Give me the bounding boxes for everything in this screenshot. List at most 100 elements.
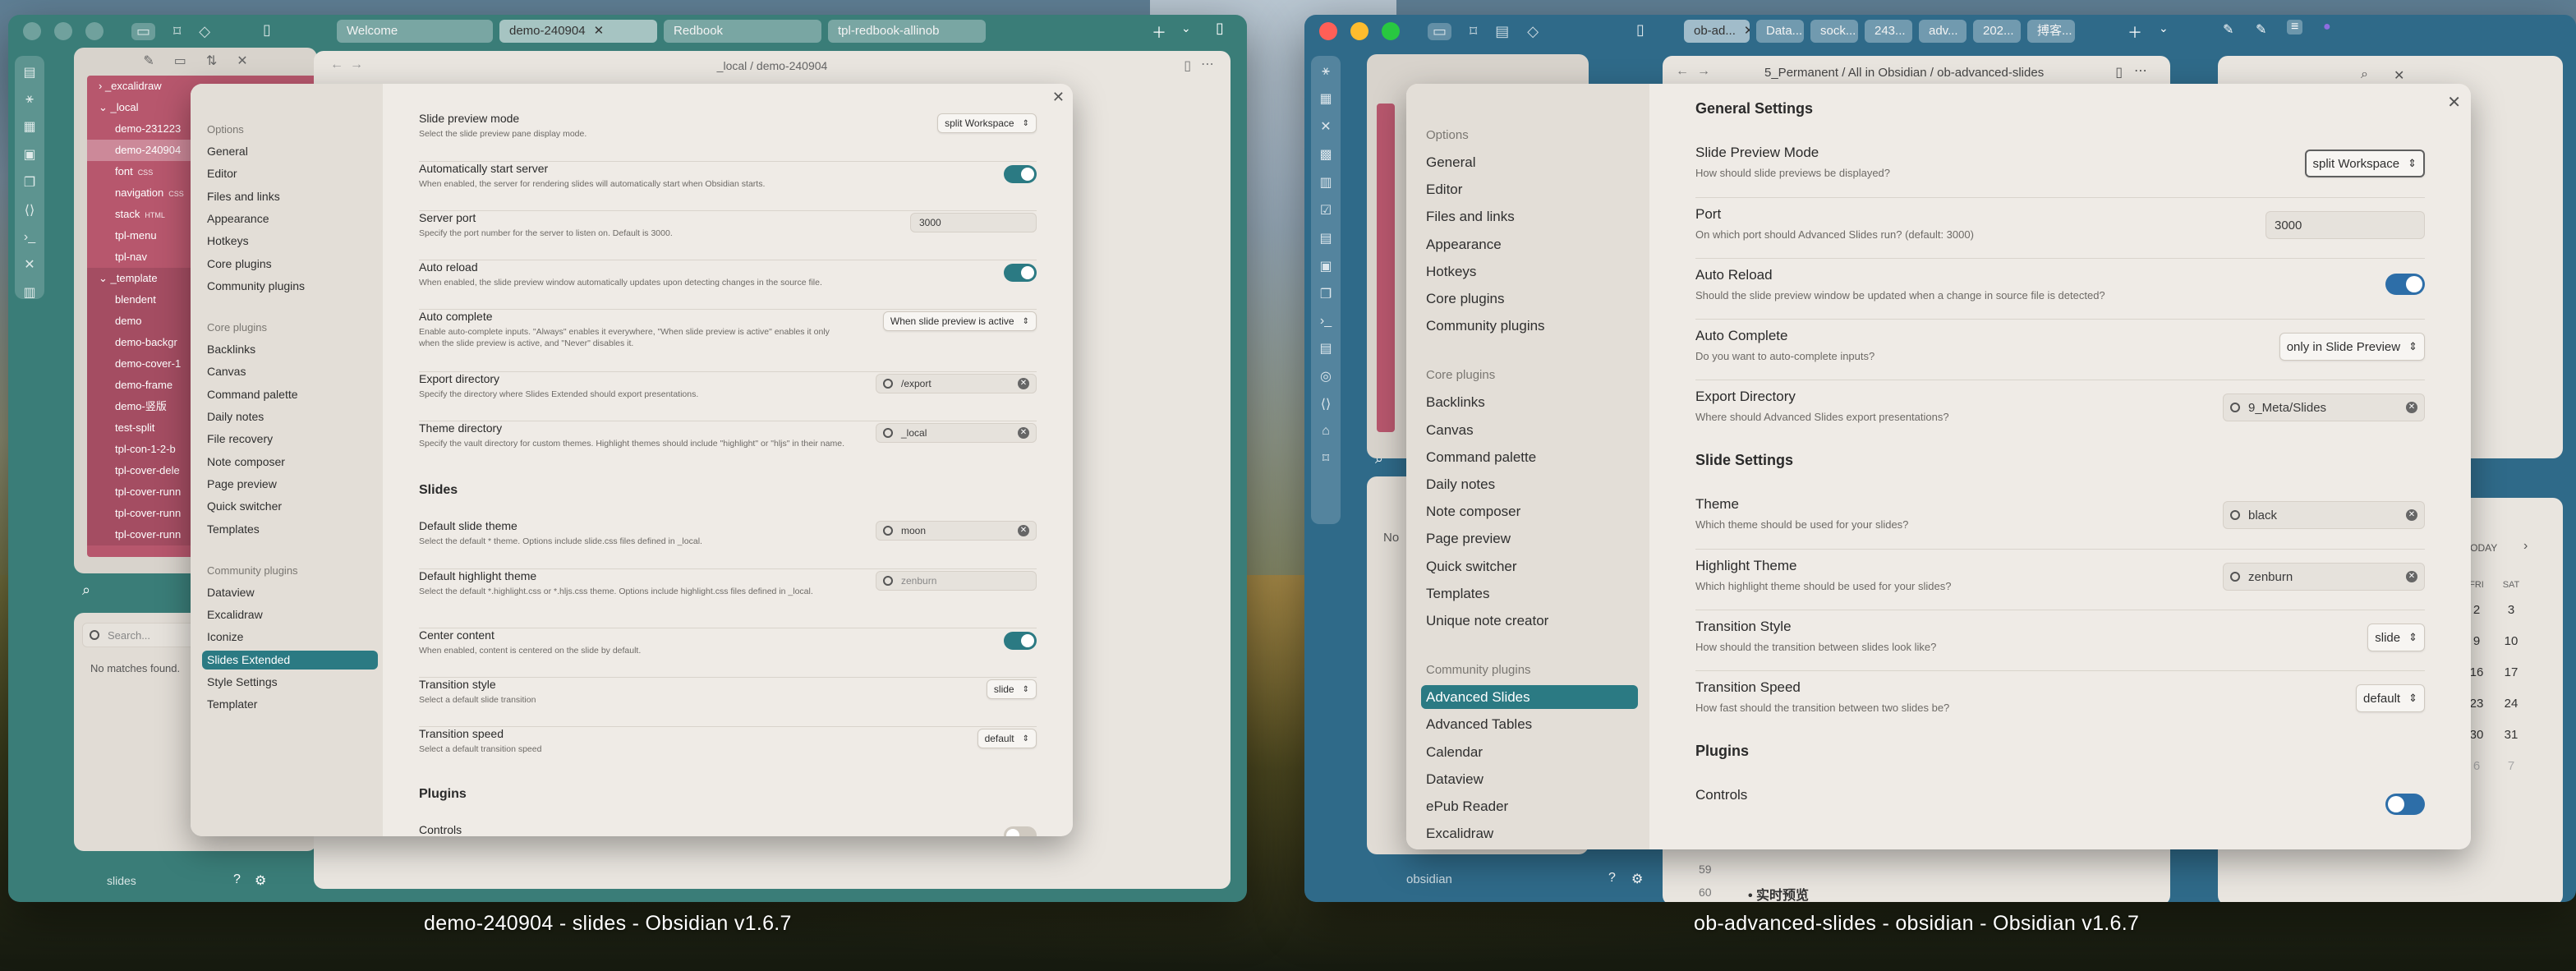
forward-icon[interactable]: →	[350, 58, 363, 72]
settings-nav-slides-extended[interactable]: Slides Extended	[202, 650, 378, 670]
table-icon[interactable]: ▤	[1319, 340, 1332, 357]
sidebar-toggle-icon[interactable]: ▯	[263, 21, 271, 39]
file-icon[interactable]: ▤	[1495, 23, 1509, 40]
excalidraw-icon[interactable]: ✕	[1320, 118, 1331, 135]
more-options-icon[interactable]: ⋯	[1201, 56, 1214, 72]
calendar-day[interactable]: 24	[2494, 697, 2528, 711]
mic-icon[interactable]: ●	[2323, 20, 2331, 35]
new-tab-icon[interactable]: ＋	[1152, 21, 1166, 43]
tag-icon[interactable]: ◇	[1527, 23, 1539, 40]
folder-icon[interactable]: ▭	[131, 22, 156, 40]
chevron-down-icon[interactable]: ⌄	[1181, 21, 1191, 35]
settings-nav-command-palette[interactable]: Command palette	[1421, 445, 1638, 469]
settings-nav-backlinks[interactable]: Backlinks	[1421, 390, 1638, 414]
reading-view-icon[interactable]: ▯	[1184, 58, 1191, 74]
new-note-icon[interactable]: ✎	[143, 53, 154, 71]
help-icon[interactable]: ?	[233, 872, 241, 887]
file-icon[interactable]: ▤	[23, 64, 35, 81]
settings-nav-core-plugins[interactable]: Core plugins	[1421, 287, 1638, 311]
more-options-icon[interactable]: ⋯	[2134, 62, 2147, 79]
file-icon[interactable]: ▤	[1319, 230, 1332, 246]
calendar-day[interactable]: 10	[2494, 634, 2528, 648]
search-icon[interactable]: ⌕	[2361, 67, 2368, 82]
settings-nav-core-plugins[interactable]: Core plugins	[202, 255, 378, 274]
transition-speed-dropdown[interactable]: default ⇕	[977, 729, 1037, 748]
controls-toggle[interactable]	[1004, 826, 1037, 836]
gear-icon[interactable]: ⚙	[1631, 871, 1643, 887]
settings-nav-daily-notes[interactable]: Daily notes	[202, 407, 378, 426]
copy-icon[interactable]: ❐	[24, 174, 35, 191]
checklist-icon[interactable]: ☑	[1320, 202, 1332, 219]
list-icon[interactable]: ≡	[2287, 20, 2303, 35]
clear-icon[interactable]: ✕	[1018, 378, 1029, 389]
settings-nav-templater[interactable]: Templater	[202, 695, 378, 714]
collapse-icon[interactable]: ✕	[237, 53, 247, 71]
clear-icon[interactable]: ✕	[2406, 509, 2417, 521]
tab-202[interactable]: 202...	[1973, 20, 2021, 43]
settings-nav-templates[interactable]: Templates	[202, 520, 378, 539]
window-controls[interactable]	[1319, 22, 1400, 40]
tab-adv[interactable]: adv...	[1919, 20, 1966, 43]
export-directory-search-input[interactable]: 9_Meta/Slides ✕	[2223, 393, 2425, 421]
settings-nav-note-composer[interactable]: Note composer	[202, 453, 378, 472]
new-folder-icon[interactable]: ▭	[174, 53, 186, 71]
slides-icon[interactable]: ⟨⟩	[25, 202, 34, 219]
forward-icon[interactable]: →	[1697, 64, 1710, 79]
settings-nav-note-composer[interactable]: Note composer	[1421, 499, 1638, 523]
clear-icon[interactable]: ✕	[2406, 571, 2417, 582]
calendar-day[interactable]: 31	[2494, 728, 2528, 742]
transition-style-dropdown[interactable]: slide ⇕	[986, 679, 1037, 699]
calendar-icon[interactable]: ▣	[23, 146, 35, 163]
settings-nav-style-settings[interactable]: Style Settings	[202, 673, 378, 692]
collapse-icon[interactable]: ✕	[2394, 67, 2404, 84]
search-icon[interactable]: ⌕	[82, 582, 90, 599]
settings-nav-community-plugins[interactable]: Community plugins	[202, 277, 378, 296]
settings-nav-advanced-tables[interactable]: Advanced Tables	[1421, 712, 1638, 736]
present-icon[interactable]: ▥	[1319, 174, 1332, 191]
home-icon[interactable]: ⌂	[1322, 424, 1330, 439]
export-directory-search-input[interactable]: /export ✕	[876, 374, 1037, 393]
bookmark-icon[interactable]: ⌑	[1470, 23, 1477, 40]
calendar-day[interactable]: 17	[2494, 665, 2528, 679]
settings-nav-excalidraw[interactable]: Excalidraw	[202, 605, 378, 624]
help-icon[interactable]: ?	[1608, 871, 1616, 886]
settings-nav-file-recovery[interactable]: File recovery	[202, 430, 378, 449]
tab-data[interactable]: Data...	[1756, 20, 1804, 43]
settings-nav-canvas[interactable]: Canvas	[202, 362, 378, 381]
settings-nav-excalidraw[interactable]: Excalidraw	[1421, 821, 1638, 845]
vault-name[interactable]: slides	[107, 874, 136, 887]
settings-nav-epub-reader[interactable]: ePub Reader	[1421, 794, 1638, 818]
auto-reload-toggle[interactable]	[2385, 274, 2425, 295]
pen-plus-icon[interactable]: ✎	[2256, 21, 2266, 38]
settings-nav-templates[interactable]: Templates	[1421, 582, 1638, 605]
calendar-day[interactable]: 3	[2494, 603, 2528, 617]
settings-nav-page-preview[interactable]: Page preview	[202, 475, 378, 494]
clear-icon[interactable]: ✕	[2406, 402, 2417, 413]
grid-icon[interactable]: ▩	[1319, 146, 1332, 163]
settings-nav-general[interactable]: General	[1421, 150, 1638, 174]
tab-demo-240904[interactable]: demo-240904 ✕	[499, 20, 657, 43]
close-icon[interactable]: ✕	[594, 24, 605, 38]
default-slide-theme-search-input[interactable]: moon ✕	[876, 521, 1037, 541]
tab-243[interactable]: 243...	[1865, 20, 1912, 43]
calendar-day[interactable]: 7	[2494, 759, 2528, 773]
slides-icon[interactable]: ⟨⟩	[1321, 396, 1331, 412]
settings-nav-appearance[interactable]: Appearance	[1421, 232, 1638, 256]
back-icon[interactable]: ←	[330, 58, 343, 72]
transition-style-dropdown[interactable]: slide ⇕	[2367, 624, 2425, 651]
copy-icon[interactable]: ❐	[1320, 286, 1332, 302]
tab-welcome[interactable]: Welcome	[337, 20, 493, 43]
settings-nav-page-preview[interactable]: Page preview	[1421, 527, 1638, 550]
controls-toggle[interactable]	[2385, 794, 2425, 815]
window-controls[interactable]	[23, 22, 104, 40]
circle-icon[interactable]: ◎	[1320, 368, 1332, 384]
settings-nav-advanced-slides[interactable]: Advanced Slides	[1421, 685, 1638, 710]
automatically-start-server-toggle[interactable]	[1004, 165, 1037, 183]
terminal-icon[interactable]: ›_	[1320, 314, 1332, 329]
settings-nav-daily-notes[interactable]: Daily notes	[1421, 472, 1638, 496]
settings-nav-dataview[interactable]: Dataview	[202, 583, 378, 602]
excalidraw-icon[interactable]: ✕	[24, 256, 34, 273]
auto-complete-dropdown[interactable]: When slide preview is active ⇕	[882, 311, 1037, 331]
chevron-right-icon[interactable]: ›	[2523, 539, 2528, 554]
tab-tpl-redbook[interactable]: tpl-redbook-allinob	[828, 20, 986, 43]
